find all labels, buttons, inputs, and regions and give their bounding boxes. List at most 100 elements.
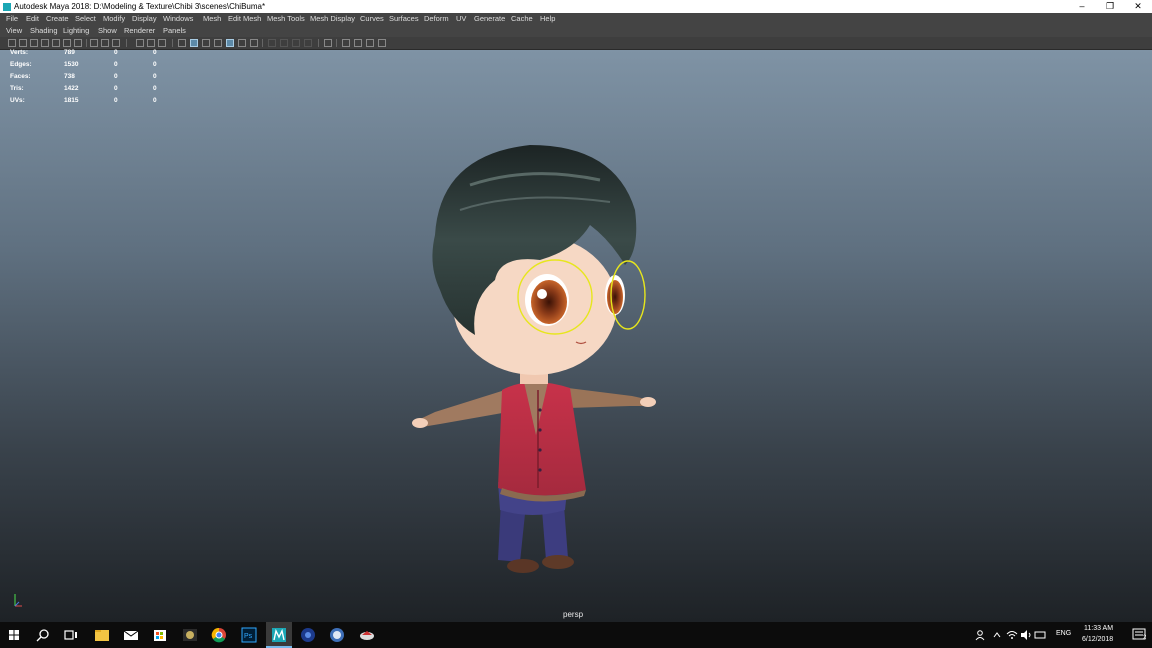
app-racer-icon[interactable] [358, 626, 376, 644]
left-eye-iris [531, 280, 567, 324]
film-gate-icon[interactable] [63, 39, 71, 47]
exposure-icon[interactable] [342, 39, 350, 47]
menu-edit-mesh[interactable]: Edit Mesh [228, 13, 261, 25]
xray-components-icon[interactable] [250, 39, 258, 47]
hud-label-edges: Edges: [10, 61, 32, 68]
xray-joints-icon[interactable] [238, 39, 246, 47]
network-icon[interactable] [1006, 629, 1018, 641]
isolate-select-icon[interactable] [226, 39, 234, 47]
right-arm [568, 388, 650, 408]
viewport-settings-icon[interactable] [378, 39, 386, 47]
menu-surfaces[interactable]: Surfaces [389, 13, 419, 25]
clock-date[interactable]: 6/12/2018 [1082, 636, 1113, 643]
chevron-up-icon[interactable] [992, 630, 1002, 640]
depth-of-field-icon[interactable] [304, 39, 312, 47]
gamma-icon[interactable] [354, 39, 362, 47]
notification-count-badge: 2 [1143, 635, 1147, 641]
menu-deform[interactable]: Deform [424, 13, 449, 25]
panel-menu-panels[interactable]: Panels [163, 25, 186, 37]
menu-select[interactable]: Select [75, 13, 96, 25]
panel-menu-show[interactable]: Show [98, 25, 117, 37]
wireframe-on-shaded-icon[interactable] [158, 39, 166, 47]
resolution-gate-icon[interactable] [74, 39, 82, 47]
menu-edit[interactable]: Edit [26, 13, 39, 25]
xray-icon[interactable] [214, 39, 222, 47]
camera-name-label: persp [563, 610, 584, 619]
menu-modify[interactable]: Modify [103, 13, 125, 25]
motion-blur-icon[interactable] [280, 39, 288, 47]
menu-uv[interactable]: UV [456, 13, 466, 25]
perspective-viewport[interactable]: Verts: Edges: Faces: Tris: UVs: 789 1530… [0, 47, 1152, 622]
search-icon[interactable] [34, 626, 52, 644]
ambient-occlusion-icon[interactable] [268, 39, 276, 47]
menu-mesh[interactable]: Mesh [203, 13, 221, 25]
keyboard-icon[interactable] [1034, 629, 1046, 641]
file-explorer-icon[interactable] [93, 626, 111, 644]
camera-attributes-icon[interactable] [19, 39, 27, 47]
color-management-icon[interactable] [366, 39, 374, 47]
shadows-icon[interactable] [202, 39, 210, 47]
volume-icon[interactable] [1020, 629, 1032, 641]
wireframe-icon[interactable] [136, 39, 144, 47]
right-shoe [542, 555, 574, 569]
clock-time[interactable]: 11:33 AM [1084, 625, 1113, 632]
panel-menu-view[interactable]: View [6, 25, 22, 37]
menu-mesh-tools[interactable]: Mesh Tools [267, 13, 305, 25]
people-icon[interactable] [974, 629, 986, 641]
use-all-lights-icon[interactable] [190, 39, 198, 47]
axis-gizmo [14, 594, 22, 607]
app-circle-icon[interactable] [328, 626, 346, 644]
hud-value-faces: 738 [64, 73, 75, 80]
hud-value-tris: 1422 [64, 85, 79, 92]
media-icon[interactable] [181, 626, 199, 644]
hud-component: 0 0 0 0 0 [153, 47, 157, 107]
store-icon[interactable] [151, 626, 169, 644]
grid-icon[interactable] [52, 39, 60, 47]
hud-selected-uvs: 0 [114, 97, 118, 104]
panel-menu-renderer[interactable]: Renderer [124, 25, 155, 37]
start-icon[interactable] [5, 626, 23, 644]
hud-component-tris: 0 [153, 85, 157, 92]
photoshop-icon[interactable]: Ps [240, 626, 258, 644]
hud-value-edges: 1530 [64, 61, 79, 68]
select-camera-icon[interactable] [8, 39, 16, 47]
hud-label-faces: Faces: [10, 73, 31, 80]
textured-icon[interactable] [178, 39, 186, 47]
anti-aliasing-icon[interactable] [292, 39, 300, 47]
menu-curves[interactable]: Curves [360, 13, 384, 25]
toolbar-separator [318, 39, 319, 47]
menu-windows[interactable]: Windows [163, 13, 193, 25]
mail-icon[interactable] [122, 626, 140, 644]
menu-cache[interactable]: Cache [511, 13, 533, 25]
panel-menu-shading[interactable]: Shading [30, 25, 58, 37]
hud-selected-tris: 0 [114, 85, 118, 92]
gate-mask-icon[interactable] [90, 39, 98, 47]
menu-display[interactable]: Display [132, 13, 157, 25]
maximize-button[interactable]: ❐ [1096, 0, 1124, 13]
close-button[interactable]: ✕ [1124, 0, 1152, 13]
menu-mesh-display[interactable]: Mesh Display [310, 13, 355, 25]
language-indicator[interactable]: ENG [1056, 630, 1071, 637]
isolate-icon[interactable] [324, 39, 332, 47]
smooth-shade-icon[interactable] [147, 39, 155, 47]
field-chart-icon[interactable] [101, 39, 109, 47]
minimize-button[interactable]: – [1068, 0, 1096, 13]
hud-component-uvs: 0 [153, 97, 157, 104]
menu-help[interactable]: Help [540, 13, 555, 25]
chrome-icon[interactable] [210, 626, 228, 644]
menu-file[interactable]: File [6, 13, 18, 25]
task-view-icon[interactable] [62, 626, 80, 644]
safe-action-icon[interactable] [112, 39, 120, 47]
hud-value-verts: 789 [64, 49, 75, 56]
chibi-character-model[interactable] [400, 90, 670, 580]
hud-value-uvs: 1815 [64, 97, 79, 104]
maya-icon[interactable] [270, 626, 288, 644]
image-plane-icon[interactable] [41, 39, 49, 47]
hud-component-edges: 0 [153, 61, 157, 68]
bookmark-icon[interactable] [30, 39, 38, 47]
menu-generate[interactable]: Generate [474, 13, 505, 25]
system-tray: ENG 11:33 AM 6/12/2018 2 [972, 622, 1152, 648]
app-blue-icon[interactable] [299, 626, 317, 644]
menu-create[interactable]: Create [46, 13, 69, 25]
panel-menu-lighting[interactable]: Lighting [63, 25, 89, 37]
